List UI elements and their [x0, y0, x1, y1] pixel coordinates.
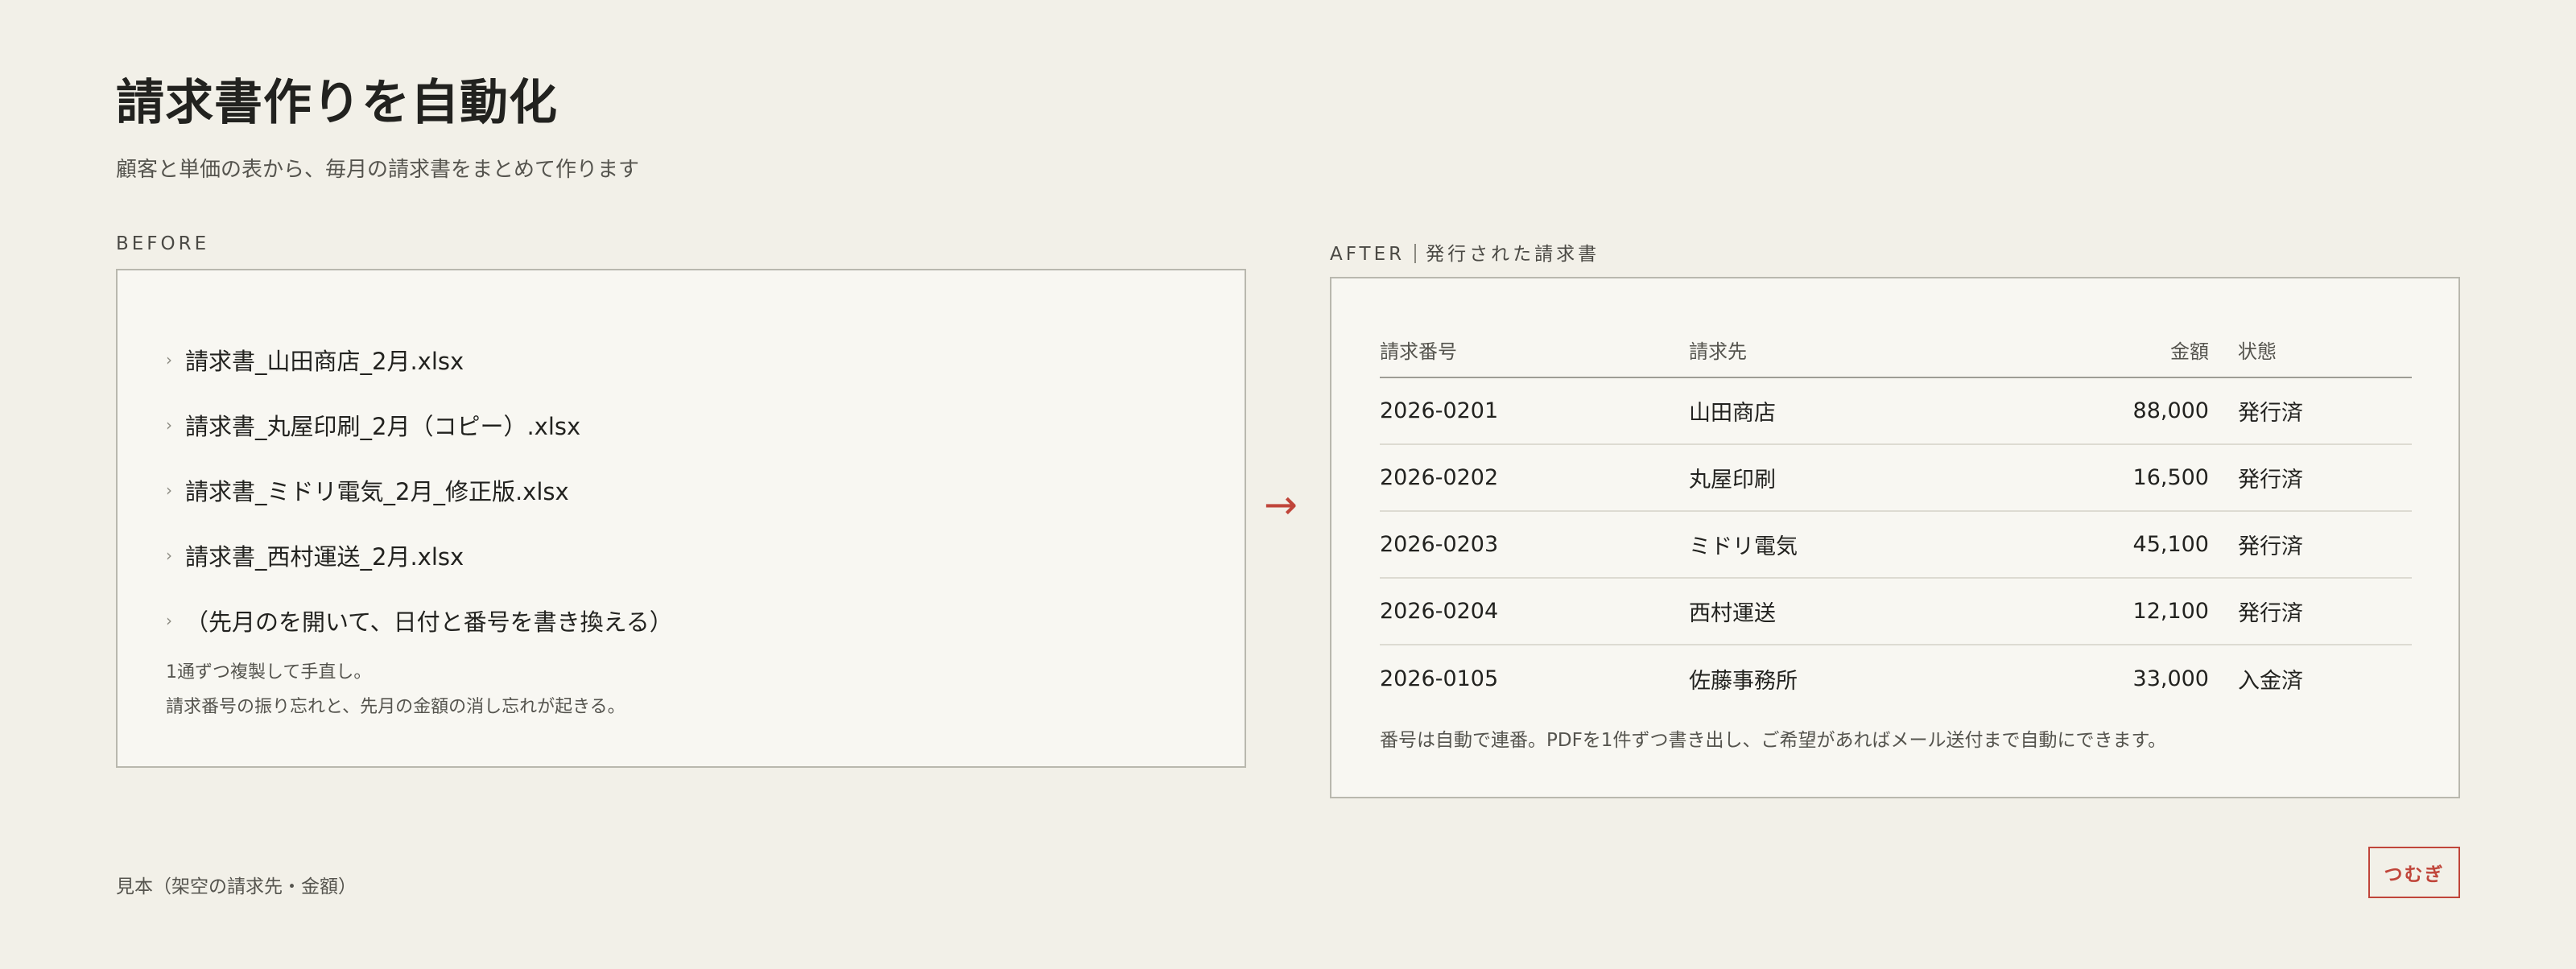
- invoice-number: 2026-0201: [1380, 398, 1499, 423]
- table-row: 2026-0202 丸屋印刷 16,500 発行済: [1380, 445, 2412, 512]
- table-row: 2026-0105 佐藤事務所 33,000 入金済: [1380, 645, 2412, 712]
- file-name: 請求書_ミドリ電気_2月_修正版.xlsx: [185, 477, 569, 505]
- after-label-sub: 発行された請求書: [1426, 244, 1600, 265]
- invoice-table: 請求番号 請求先 金額 状態 2026-0201 山田商店 88,000 発行済…: [1380, 322, 2412, 712]
- invoice-client: 山田商店: [1689, 401, 1776, 426]
- after-note: 番号は自動で連番。PDFを1件ずつ書き出し、ご希望があればメール送付まで自動にで…: [1380, 730, 2167, 751]
- invoice-status: 発行済: [2238, 468, 2303, 493]
- chevron-right-icon: ›: [166, 480, 172, 500]
- file-name: 請求書_丸屋印刷_2月（コピー）.xlsx: [185, 412, 581, 440]
- invoice-status: 発行済: [2238, 534, 2303, 559]
- chevron-right-icon: ›: [166, 414, 172, 435]
- before-label: BEFORE: [116, 233, 210, 254]
- table-header: 請求番号 請求先 金額 状態: [1380, 322, 2412, 378]
- column-header: 状態: [2238, 340, 2277, 363]
- invoice-number: 2026-0202: [1380, 465, 1499, 490]
- list-item: › （先月のを開いて、日付と番号を書き換える）: [166, 588, 673, 653]
- before-note-line: 1通ずつ複製して手直し。: [166, 662, 372, 682]
- list-item: › 請求書_西村運送_2月.xlsx: [166, 522, 673, 588]
- invoice-status: 入金済: [2238, 669, 2303, 694]
- column-header: 金額: [2170, 340, 2209, 363]
- chevron-right-icon: ›: [166, 610, 172, 630]
- brand-stamp: つむぎ: [2368, 847, 2460, 898]
- invoice-number: 2026-0105: [1380, 666, 1499, 691]
- before-panel: › 請求書_山田商店_2月.xlsx › 請求書_丸屋印刷_2月（コピー）.xl…: [116, 269, 1246, 768]
- invoice-amount: 88,000: [2132, 398, 2209, 423]
- file-name: （先月のを開いて、日付と番号を書き換える）: [185, 608, 673, 636]
- page-subtitle: 顧客と単価の表から、毎月の請求書をまとめて作ります: [116, 158, 640, 182]
- before-note: 1通ずつ複製して手直し。 請求番号の振り忘れと、先月の金額の消し忘れが起きる。: [166, 655, 625, 724]
- after-label-text: AFTER: [1330, 244, 1406, 265]
- invoice-amount: 16,500: [2132, 465, 2209, 490]
- page-title: 請求書作りを自動化: [116, 75, 558, 131]
- list-item: › 請求書_山田商店_2月.xlsx: [166, 327, 673, 392]
- chevron-right-icon: ›: [166, 349, 172, 369]
- table-row: 2026-0203 ミドリ電気 45,100 発行済: [1380, 512, 2412, 579]
- invoice-number: 2026-0203: [1380, 532, 1499, 557]
- chevron-right-icon: ›: [166, 545, 172, 565]
- column-header: 請求先: [1689, 340, 1747, 363]
- after-label: AFTER 発行された請求書: [1330, 238, 1600, 266]
- invoice-client: 丸屋印刷: [1689, 468, 1776, 493]
- before-note-line: 請求番号の振り忘れと、先月の金額の消し忘れが起きる。: [166, 697, 625, 717]
- invoice-client: 佐藤事務所: [1689, 669, 1798, 694]
- invoice-client: ミドリ電気: [1689, 534, 1798, 559]
- table-row: 2026-0201 山田商店 88,000 発行済: [1380, 378, 2412, 445]
- divider: [1414, 244, 1417, 263]
- list-item: › 請求書_丸屋印刷_2月（コピー）.xlsx: [166, 392, 673, 457]
- invoice-amount: 33,000: [2132, 666, 2209, 691]
- file-list: › 請求書_山田商店_2月.xlsx › 請求書_丸屋印刷_2月（コピー）.xl…: [166, 327, 673, 653]
- invoice-amount: 12,100: [2132, 599, 2209, 624]
- sample-note: 見本（架空の請求先・金額）: [116, 876, 357, 897]
- file-name: 請求書_西村運送_2月.xlsx: [185, 542, 464, 571]
- invoice-client: 西村運送: [1689, 601, 1776, 626]
- invoice-status: 発行済: [2238, 401, 2303, 426]
- list-item: › 請求書_ミドリ電気_2月_修正版.xlsx: [166, 457, 673, 522]
- invoice-status: 発行済: [2238, 601, 2303, 626]
- after-panel: 請求番号 請求先 金額 状態 2026-0201 山田商店 88,000 発行済…: [1330, 277, 2460, 798]
- column-header: 請求番号: [1380, 340, 1457, 363]
- table-row: 2026-0204 西村運送 12,100 発行済: [1380, 579, 2412, 645]
- invoice-number: 2026-0204: [1380, 599, 1499, 624]
- invoice-amount: 45,100: [2132, 532, 2209, 557]
- arrow-right-icon: →: [1264, 481, 1298, 528]
- file-name: 請求書_山田商店_2月.xlsx: [185, 347, 464, 375]
